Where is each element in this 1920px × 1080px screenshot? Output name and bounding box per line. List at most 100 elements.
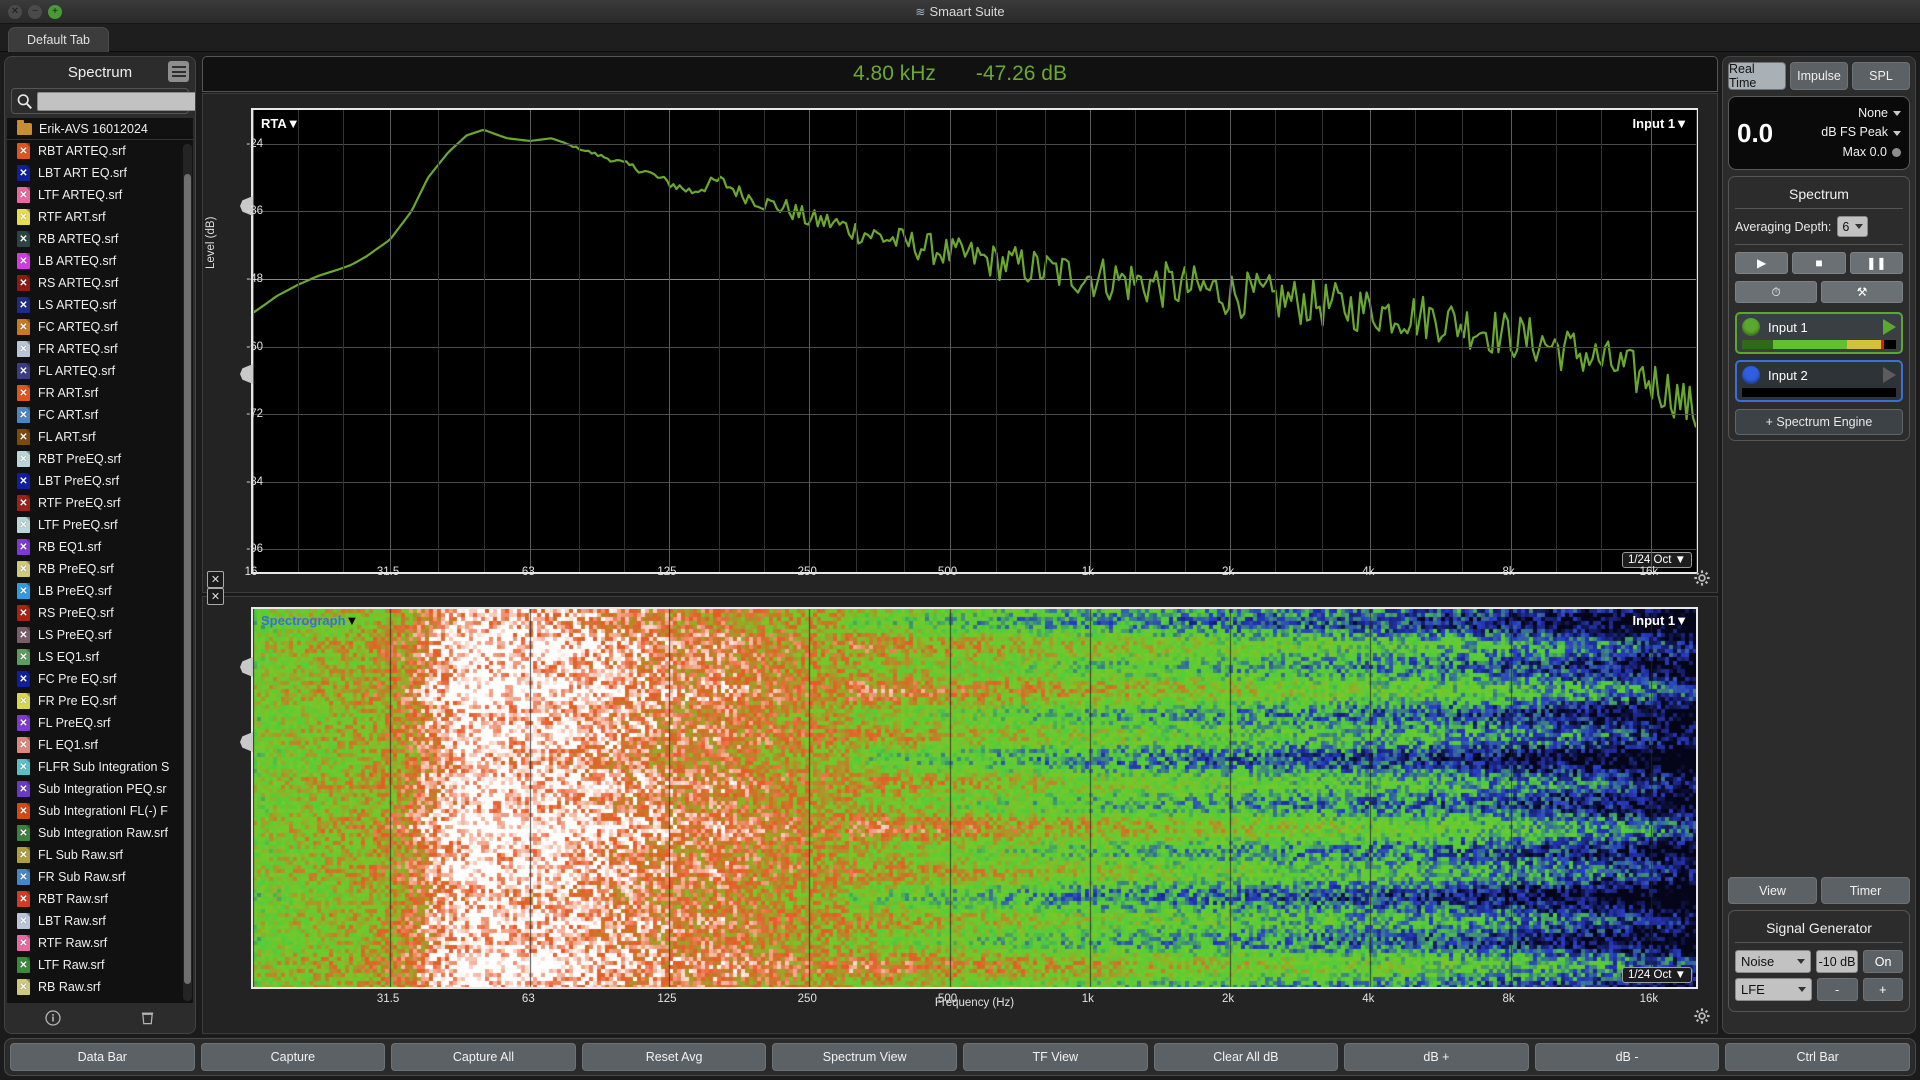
file-list-item[interactable]: FL PreEQ.srf xyxy=(7,712,193,734)
grid-line-v xyxy=(809,110,810,572)
search-input[interactable] xyxy=(37,92,196,111)
rta-close-icon[interactable]: ✕ xyxy=(207,571,224,588)
file-list-item[interactable]: FC Pre EQ.srf xyxy=(7,668,193,690)
file-list-item[interactable]: FR Pre EQ.srf xyxy=(7,690,193,712)
file-list-item[interactable]: RBT ARTEQ.srf xyxy=(7,140,193,162)
input-2-strip[interactable]: Input 2 xyxy=(1735,360,1903,402)
file-name: LTF Raw.srf xyxy=(38,958,104,972)
signal-gain-plus-button[interactable]: + xyxy=(1863,978,1904,1001)
file-list-item[interactable]: RBT PreEQ.srf xyxy=(7,448,193,470)
grid-line-h xyxy=(253,144,1696,145)
gear-icon[interactable] xyxy=(1693,569,1711,587)
play-button[interactable]: ▶ xyxy=(1735,252,1788,274)
spectrograph-octave-badge[interactable]: 1/24 Oct ▼ xyxy=(1622,967,1692,983)
tab-default[interactable]: Default Tab xyxy=(8,27,109,52)
folder-row[interactable]: Erik-AVS 16012024 xyxy=(7,118,193,140)
file-list-item[interactable]: RS PreEQ.srf xyxy=(7,602,193,624)
bottom-button-capture-all[interactable]: Capture All xyxy=(391,1043,576,1071)
file-name: FC ART.srf xyxy=(38,408,98,422)
spectrograph-input-selector[interactable]: Input 1▼ xyxy=(1633,613,1688,628)
bottom-button-clear-all-db[interactable]: Clear All dB xyxy=(1154,1043,1339,1071)
input-1-play-icon[interactable] xyxy=(1883,319,1896,335)
file-list-item[interactable]: RB PreEQ.srf xyxy=(7,558,193,580)
file-list-item[interactable]: LS EQ1.srf xyxy=(7,646,193,668)
mode-spl[interactable]: SPL xyxy=(1852,62,1910,90)
spectrograph-title[interactable]: Spectrograph▼ xyxy=(261,613,358,628)
timer-button[interactable]: ⏱ xyxy=(1735,281,1817,303)
stop-button[interactable]: ■ xyxy=(1792,252,1845,274)
file-list-scroll-thumb[interactable] xyxy=(184,174,191,984)
bottom-button-data-bar[interactable]: Data Bar xyxy=(10,1043,195,1071)
file-list-item[interactable]: FC ARTEQ.srf xyxy=(7,316,193,338)
file-list-item[interactable]: LB PreEQ.srf xyxy=(7,580,193,602)
file-list-item[interactable]: LBT ART EQ.srf xyxy=(7,162,193,184)
view-tab[interactable]: View xyxy=(1728,877,1817,904)
bottom-button-db-[interactable]: dB - xyxy=(1535,1043,1720,1071)
bottom-button-tf-view[interactable]: TF View xyxy=(963,1043,1148,1071)
trash-icon[interactable] xyxy=(138,1008,158,1028)
spectrograph-close-icon[interactable]: ✕ xyxy=(207,588,224,605)
file-list-item[interactable]: Sub Integration Raw.srf xyxy=(7,822,193,844)
file-list-item[interactable]: RB ARTEQ.srf xyxy=(7,228,193,250)
file-list-item[interactable]: FR ARTEQ.srf xyxy=(7,338,193,360)
averaging-depth-select[interactable]: 6 xyxy=(1837,216,1868,237)
add-spectrum-engine-button[interactable]: + Spectrum Engine xyxy=(1735,409,1903,435)
signal-on-button[interactable]: On xyxy=(1863,950,1903,973)
timer-tab[interactable]: Timer xyxy=(1821,877,1910,904)
file-list-scrollbar[interactable] xyxy=(183,144,192,1001)
signal-gain-minus-button[interactable]: - xyxy=(1817,978,1858,1001)
file-list-item[interactable]: Sub IntegrationI FL(-) F xyxy=(7,800,193,822)
file-list-item[interactable]: RTF ART.srf xyxy=(7,206,193,228)
input-2-play-icon[interactable] xyxy=(1883,367,1896,383)
bottom-button-capture[interactable]: Capture xyxy=(201,1043,386,1071)
file-list-item[interactable]: RB Raw.srf xyxy=(7,976,193,998)
spectrograph-plot[interactable]: Spectrograph▼ Input 1▼ 1/24 Oct ▼ xyxy=(251,607,1698,989)
mode-real-time[interactable]: Real Time xyxy=(1728,62,1786,90)
file-list-item[interactable]: FLFR Sub Integration S xyxy=(7,756,193,778)
file-list-item[interactable]: Sub Integration PEQ.sr xyxy=(7,778,193,800)
file-list-item[interactable]: LS ARTEQ.srf xyxy=(7,294,193,316)
bottom-button-db-[interactable]: dB + xyxy=(1344,1043,1529,1071)
bottom-button-spectrum-view[interactable]: Spectrum View xyxy=(772,1043,957,1071)
weighting-selector[interactable]: None xyxy=(1773,104,1901,123)
pause-button[interactable]: ❚❚ xyxy=(1850,252,1903,274)
file-list-item[interactable]: LBT Raw.srf xyxy=(7,910,193,932)
spec-upper-range-handle[interactable] xyxy=(240,657,253,677)
file-list-item[interactable]: FL EQ1.srf xyxy=(7,734,193,756)
file-list-item[interactable]: RTF PreEQ.srf xyxy=(7,492,193,514)
gear-icon[interactable] xyxy=(1693,1007,1711,1025)
file-list-item[interactable]: LTF ARTEQ.srf xyxy=(7,184,193,206)
rta-plot[interactable]: RTA▼ Input 1▼ 1/24 Oct ▼ xyxy=(251,108,1698,574)
tools-button[interactable]: ⚒ xyxy=(1821,281,1903,303)
file-list[interactable]: Erik-AVS 16012024 RBT ARTEQ.srfLBT ART E… xyxy=(7,118,193,1003)
input-1-strip[interactable]: Input 1 xyxy=(1735,312,1903,354)
bottom-button-reset-avg[interactable]: Reset Avg xyxy=(582,1043,767,1071)
rta-lower-range-handle[interactable] xyxy=(240,364,253,384)
bottom-button-ctrl-bar[interactable]: Ctrl Bar xyxy=(1725,1043,1910,1071)
file-list-item[interactable]: FR ART.srf xyxy=(7,382,193,404)
mode-impulse[interactable]: Impulse xyxy=(1790,62,1848,90)
file-list-item[interactable]: FL ART.srf xyxy=(7,426,193,448)
transport-row-2: ⏱ ⚒ xyxy=(1735,281,1903,303)
file-list-item[interactable]: RBT Raw.srf xyxy=(7,888,193,910)
hamburger-menu-icon[interactable] xyxy=(168,61,189,82)
file-list-item[interactable]: LBT PreEQ.srf xyxy=(7,470,193,492)
file-list-item[interactable]: FR Sub Raw.srf xyxy=(7,866,193,888)
unit-selector[interactable]: dB FS Peak xyxy=(1773,123,1901,142)
file-list-item[interactable]: LB ARTEQ.srf xyxy=(7,250,193,272)
file-list-item[interactable]: RB EQ1.srf xyxy=(7,536,193,558)
file-list-item[interactable]: LS PreEQ.srf xyxy=(7,624,193,646)
signal-type-select[interactable]: Noise xyxy=(1735,950,1811,973)
signal-gain-field[interactable]: -10 dB xyxy=(1816,950,1858,973)
file-list-item[interactable]: RTF Raw.srf xyxy=(7,932,193,954)
signal-channel-select[interactable]: LFE xyxy=(1735,978,1812,1001)
file-list-item[interactable]: FC ART.srf xyxy=(7,404,193,426)
file-list-item[interactable]: FL Sub Raw.srf xyxy=(7,844,193,866)
file-list-item[interactable]: LTF PreEQ.srf xyxy=(7,514,193,536)
file-list-item[interactable]: RS ARTEQ.srf xyxy=(7,272,193,294)
file-list-item[interactable]: LTF Raw.srf xyxy=(7,954,193,976)
rta-trace xyxy=(253,110,1696,572)
file-list-item[interactable]: FL ARTEQ.srf xyxy=(7,360,193,382)
info-icon[interactable] xyxy=(43,1008,63,1028)
spec-lower-range-handle[interactable] xyxy=(240,732,253,752)
